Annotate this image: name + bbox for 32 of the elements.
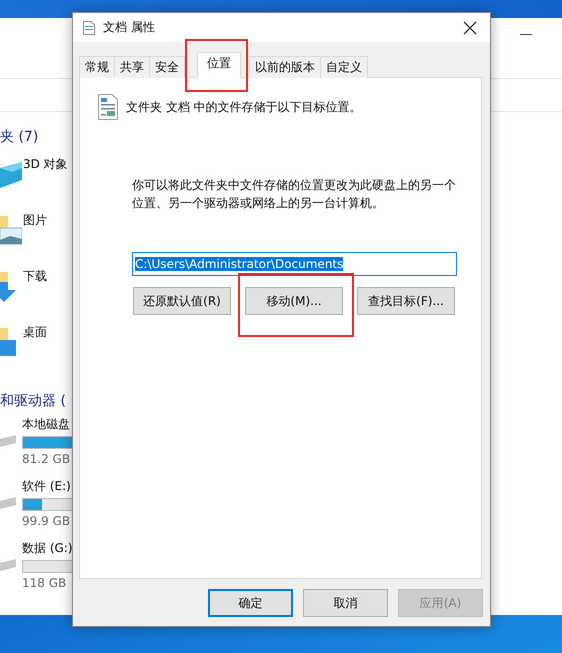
dialog-button[interactable]: 确定 — [208, 589, 293, 617]
drive-icon — [0, 557, 16, 573]
section-heading: 和驱动器 ( — [0, 392, 67, 410]
picture-icon — [0, 216, 22, 246]
description-text: 你可以将此文件夹中文件存储的位置更改为此硬盘上的另一个位置、另一个驱动器或网络上的另一台计算机。 — [132, 177, 457, 212]
tab[interactable]: 安全 — [149, 56, 185, 78]
free-space: 118 GB — [22, 576, 68, 590]
folder-name[interactable]: 桌面 — [23, 324, 47, 341]
tab[interactable]: 位置 — [197, 52, 241, 78]
dialog-button[interactable]: 取消 — [303, 589, 388, 617]
free-space: 99.9 GB — [22, 514, 72, 528]
window-title: 文档 属性 — [103, 19, 155, 36]
folder-name[interactable]: 下载 — [23, 268, 47, 285]
drive-icon — [0, 433, 16, 449]
action-button[interactable]: 查找目标(F)... — [357, 287, 455, 315]
folder-name[interactable]: 图片 — [23, 212, 47, 229]
document-icon — [83, 20, 95, 34]
tab[interactable]: 常规 — [79, 56, 115, 78]
close-icon[interactable] — [463, 20, 477, 34]
tab[interactable]: 共享 — [114, 56, 150, 78]
folder-name[interactable]: 3D 对象 — [23, 156, 68, 173]
free-space: 81.2 GB — [22, 452, 72, 466]
tab[interactable]: 以前的版本 — [249, 56, 321, 78]
cube-icon — [0, 160, 22, 190]
location-info-text: 文件夹 文档 中的文件存储于以下目标位置。 — [126, 98, 362, 116]
section-heading: 夹 (7) — [0, 128, 40, 146]
document-icon — [98, 94, 118, 120]
tab[interactable]: 自定义 — [320, 56, 368, 78]
drive-icon — [0, 495, 16, 511]
action-button[interactable]: 还原默认值(R) — [133, 287, 231, 315]
action-button[interactable]: 移动(M)... — [245, 287, 343, 315]
path-field[interactable]: C:\Users\Administrator\Documents — [132, 252, 457, 276]
